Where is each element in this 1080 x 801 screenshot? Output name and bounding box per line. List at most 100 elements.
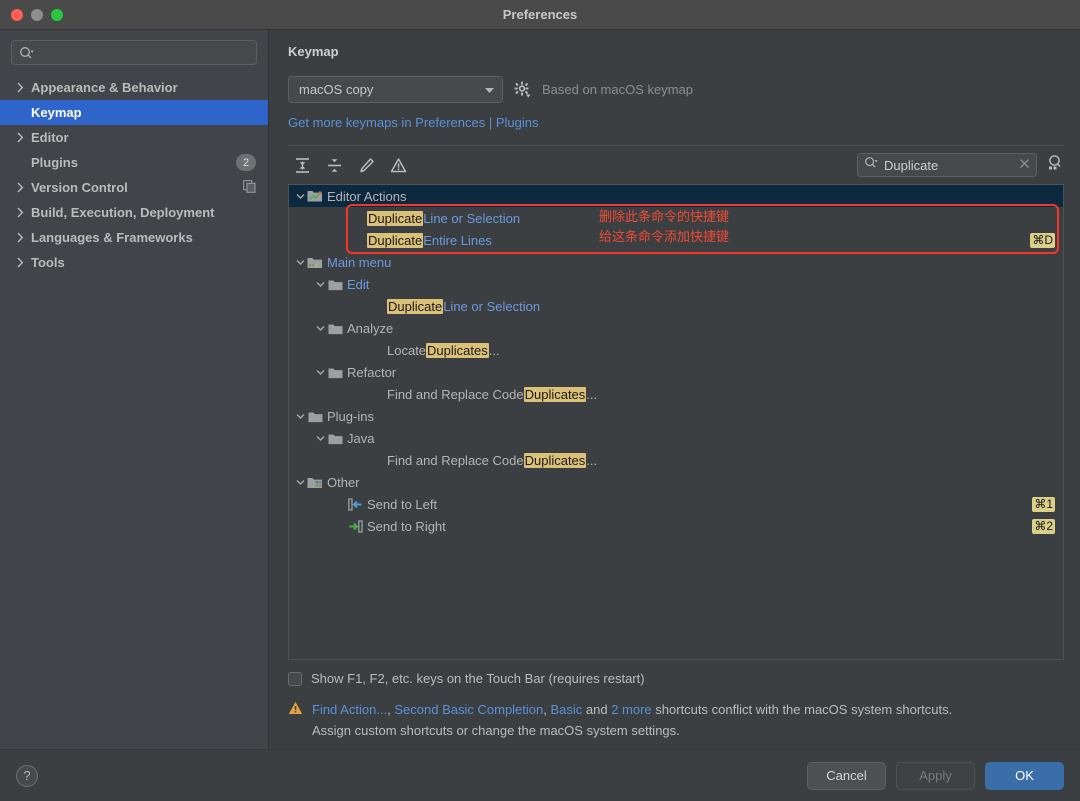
tree-row[interactable]: Main menu	[289, 251, 1063, 273]
collapse-all-icon[interactable]	[324, 155, 344, 175]
preferences-window: Preferences	[0, 0, 1080, 801]
tree-row[interactable]: Find and Replace Code Duplicates...	[289, 383, 1063, 405]
plugins-update-badge: 2	[236, 154, 256, 171]
chevron-down-icon[interactable]	[484, 86, 495, 94]
close-button[interactable]	[11, 9, 23, 21]
chevron-down-icon[interactable]	[294, 479, 307, 486]
sidebar-item-plugins[interactable]: Plugins 2	[0, 150, 268, 175]
tree-row[interactable]: Other	[289, 471, 1063, 493]
annotation-chinese-notes: 删除此条命令的快捷键给这条命令添加快捷键	[599, 208, 729, 248]
keymap-toolbar-icons	[288, 155, 408, 175]
sidebar-search-wrap	[0, 30, 268, 73]
chevron-down-icon[interactable]	[294, 193, 307, 200]
conflict-link-basic[interactable]: Basic	[550, 702, 582, 717]
sidebar-item-label: Plugins	[31, 155, 78, 170]
tree-row[interactable]: Analyze	[289, 317, 1063, 339]
search-icon	[19, 46, 34, 60]
tree-row-label: Locate Duplicates...	[387, 343, 500, 358]
minimize-button[interactable]	[31, 9, 43, 21]
find-by-shortcut-icon[interactable]	[1046, 154, 1064, 176]
shortcut-badge: ⌘1	[1032, 497, 1055, 512]
tree-row[interactable]: Find and Replace Code Duplicates...	[289, 449, 1063, 471]
keymap-footer-options: Show F1, F2, etc. keys on the Touch Bar …	[288, 660, 1064, 749]
sidebar-item-label: Version Control	[31, 180, 128, 195]
conflict-link-2-more[interactable]: 2 more	[611, 702, 651, 717]
touchbar-checkbox-row[interactable]: Show F1, F2, etc. keys on the Touch Bar …	[288, 671, 1064, 686]
dialog-button-bar: ? Cancel Apply OK	[0, 749, 1080, 801]
main-menu-icon	[307, 256, 323, 269]
touchbar-checkbox-label: Show F1, F2, etc. keys on the Touch Bar …	[311, 671, 645, 686]
sidebar-item-label: Tools	[31, 255, 65, 270]
tree-row[interactable]: Send to Left⌘1	[289, 493, 1063, 515]
sidebar-item-right: 2	[236, 154, 256, 171]
keymap-select[interactable]: macOS copy	[288, 76, 503, 103]
chevron-right-icon[interactable]	[13, 182, 27, 193]
chevron-down-icon[interactable]	[314, 281, 327, 288]
tree-label-post: ...	[586, 453, 597, 468]
sidebar-item-languages-frameworks[interactable]: Languages & Frameworks	[0, 225, 268, 250]
tree-label-post: ...	[489, 343, 500, 358]
sidebar-item-keymap[interactable]: Keymap	[0, 100, 268, 125]
tree-row[interactable]: Plug-ins	[289, 405, 1063, 427]
chevron-right-icon[interactable]	[13, 257, 27, 268]
window-body: Appearance & Behavior Keymap Editor Plug…	[0, 30, 1080, 749]
show-conflicts-warning-icon[interactable]	[388, 155, 408, 175]
tree-row[interactable]: Duplicate Line or Selection	[289, 295, 1063, 317]
folder-icon	[327, 366, 343, 379]
help-button[interactable]: ?	[16, 765, 38, 787]
chevron-down-icon[interactable]	[314, 325, 327, 332]
chevron-right-icon[interactable]	[13, 207, 27, 218]
sidebar-search-box[interactable]	[11, 40, 257, 65]
send-right-icon	[347, 520, 363, 533]
chevron-right-icon[interactable]	[13, 82, 27, 93]
tree-row[interactable]: Java	[289, 427, 1063, 449]
get-more-keymaps-link[interactable]: Get more keymaps in Preferences | Plugin…	[288, 115, 539, 130]
dialog-actions: Cancel Apply OK	[807, 762, 1064, 790]
edit-shortcut-pencil-icon[interactable]	[356, 155, 376, 175]
keymap-panel: Keymap macOS copy	[269, 30, 1080, 749]
gear-icon[interactable]	[514, 81, 531, 98]
keymap-find-box[interactable]: Duplicate	[857, 153, 1037, 177]
conflict-link-find-action[interactable]: Find Action...	[312, 702, 387, 717]
tree-row[interactable]: Editor Actions	[289, 185, 1063, 207]
ok-button[interactable]: OK	[985, 762, 1064, 790]
annotation-line: 给这条命令添加快捷键	[599, 228, 729, 248]
settings-sidebar: Appearance & Behavior Keymap Editor Plug…	[0, 30, 269, 749]
tree-row-label: Editor Actions	[327, 189, 407, 204]
tree-row-label: Find and Replace Code Duplicates...	[387, 387, 597, 402]
tree-row[interactable]: Refactor	[289, 361, 1063, 383]
sidebar-nav-list: Appearance & Behavior Keymap Editor Plug…	[0, 73, 268, 275]
folder-icon	[327, 278, 343, 291]
tree-row[interactable]: Edit	[289, 273, 1063, 295]
window-controls	[0, 9, 63, 21]
sidebar-item-build-execution-deployment[interactable]: Build, Execution, Deployment	[0, 200, 268, 225]
sidebar-item-tools[interactable]: Tools	[0, 250, 268, 275]
sidebar-item-version-control[interactable]: Version Control	[0, 175, 268, 200]
expand-all-icon[interactable]	[292, 155, 312, 175]
tree-label-post: Entire Lines	[423, 233, 492, 248]
clear-find-icon[interactable]	[1019, 156, 1030, 174]
search-match-highlight: Duplicates	[524, 387, 587, 402]
chevron-down-icon[interactable]	[294, 259, 307, 266]
sidebar-item-editor[interactable]: Editor	[0, 125, 268, 150]
apply-button[interactable]: Apply	[896, 762, 975, 790]
copy-settings-icon[interactable]	[243, 180, 256, 196]
keymap-find-input[interactable]: Duplicate	[884, 158, 1013, 173]
tree-row[interactable]: Send to Right⌘2	[289, 515, 1063, 537]
touchbar-checkbox[interactable]	[288, 672, 302, 686]
keymap-based-on-label: Based on macOS keymap	[542, 82, 693, 97]
zoom-button[interactable]	[51, 9, 63, 21]
chevron-down-icon[interactable]	[314, 369, 327, 376]
tree-row[interactable]: Locate Duplicates...	[289, 339, 1063, 361]
warn-mid: and	[582, 702, 611, 717]
tree-row-label: Send to Right	[367, 519, 446, 534]
sidebar-item-appearance-behavior[interactable]: Appearance & Behavior	[0, 75, 268, 100]
chevron-down-icon[interactable]	[314, 435, 327, 442]
chevron-right-icon[interactable]	[13, 232, 27, 243]
keymap-actions-tree[interactable]: Editor Actions Duplicate Line or Selectio…	[288, 184, 1064, 660]
chevron-right-icon[interactable]	[13, 132, 27, 143]
cancel-button[interactable]: Cancel	[807, 762, 886, 790]
tree-label-post: ...	[586, 387, 597, 402]
chevron-down-icon[interactable]	[294, 413, 307, 420]
conflict-link-second-basic-completion[interactable]: Second Basic Completion	[394, 702, 543, 717]
